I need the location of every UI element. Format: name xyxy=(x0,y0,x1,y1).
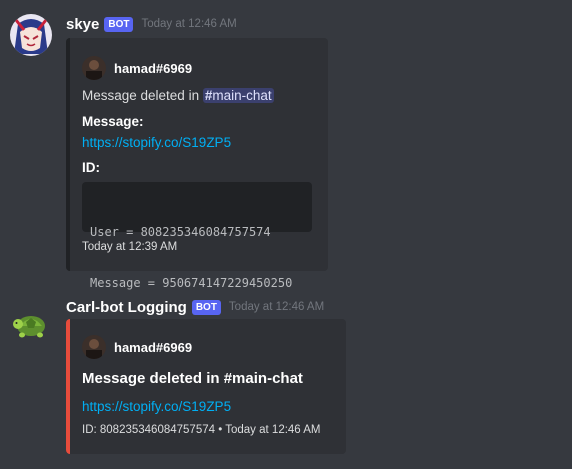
embed-color-bar xyxy=(66,38,70,271)
avatar-skye[interactable] xyxy=(10,14,52,56)
message-carl-bot: Carl-bot Logging BOT Today at 12:46 AM h… xyxy=(0,290,572,460)
id-code-block: User = 808235346084757574 Message = 9506… xyxy=(82,182,312,290)
message-field-label: Message: xyxy=(82,114,144,129)
turtle-avatar-icon xyxy=(13,316,45,338)
author-avatar[interactable] xyxy=(82,56,106,80)
deleted-message-embed: hamad#6969 Message deleted in #main-chat… xyxy=(66,38,328,290)
avatar-carl-bot[interactable] xyxy=(10,302,52,344)
message-timestamp[interactable]: Today at 12:46 AM xyxy=(141,18,236,30)
footer-id: ID: 808235346084757574 xyxy=(82,424,216,436)
anime-avatar-icon xyxy=(10,14,52,56)
embed-color-bar xyxy=(66,319,70,454)
description-text: Message deleted in xyxy=(82,88,203,103)
bot-badge: BOT xyxy=(104,16,134,32)
code-line-user: User = 808235346084757574 xyxy=(90,225,271,239)
author-avatar[interactable] xyxy=(82,335,106,359)
embed-author-name[interactable]: hamad#6969 xyxy=(114,340,192,355)
embed-footer: ID: 808235346084757574 • Today at 12:46 … xyxy=(82,424,321,436)
username[interactable]: skye xyxy=(66,16,99,33)
embed-author-name[interactable]: hamad#6969 xyxy=(114,61,192,76)
bot-badge: BOT xyxy=(191,299,221,315)
author-avatar-icon xyxy=(82,335,106,359)
message-timestamp[interactable]: Today at 12:46 AM xyxy=(229,301,324,313)
channel-mention-label: main-chat xyxy=(212,88,272,103)
message-skye: skye BOT Today at 12:46 AM hamad#6969 Me… xyxy=(0,0,572,290)
message-link[interactable]: https://stopify.co/S19ZP5 xyxy=(82,399,231,414)
footer-time: Today at 12:46 AM xyxy=(225,424,321,436)
message-link[interactable]: https://stopify.co/S19ZP5 xyxy=(82,135,231,150)
carl-log-embed: hamad#6969 Message deleted in #main-chat… xyxy=(66,319,346,454)
embed-title: Message deleted in #main-chat xyxy=(82,370,303,387)
embed-description: Message deleted in #main-chat xyxy=(82,88,274,103)
username[interactable]: Carl-bot Logging xyxy=(66,299,187,316)
id-field-label: ID: xyxy=(82,160,100,175)
channel-mention[interactable]: #main-chat xyxy=(202,88,274,103)
author-avatar-icon xyxy=(82,56,106,80)
footer-separator: • xyxy=(218,424,223,436)
embed-footer: Today at 12:39 AM xyxy=(82,241,178,253)
